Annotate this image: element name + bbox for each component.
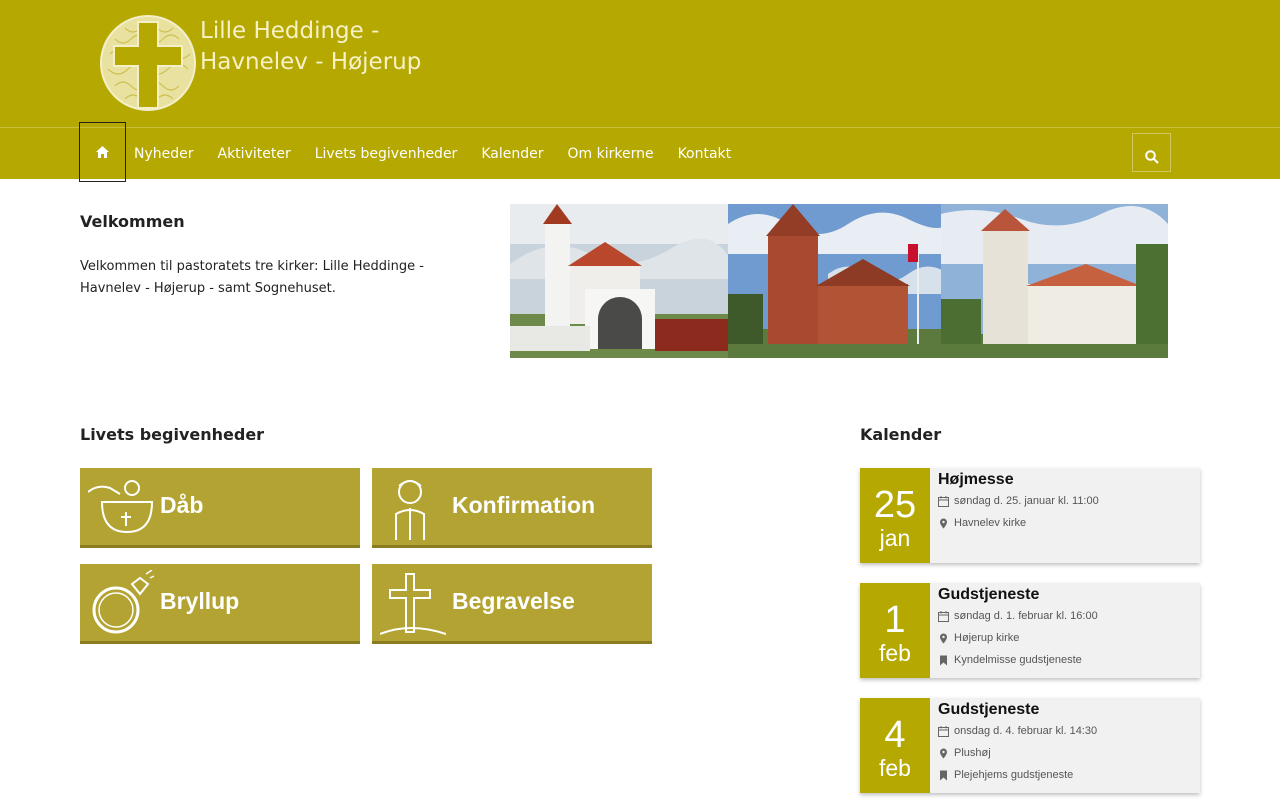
event-tag-text: Kyndelmisse gudstjeneste [954, 654, 1082, 666]
logo-line-2: Havnelev - Højerup [200, 49, 422, 75]
nav-item-aktiviteter[interactable]: Aktiviteter [206, 146, 303, 162]
event-where: Havnelev kirke [938, 517, 1026, 529]
search-button[interactable] [1132, 133, 1171, 172]
calendar-icon [938, 610, 949, 622]
bookmark-icon [940, 655, 947, 665]
nav-item-om-kirkerne[interactable]: Om kirkerne [555, 146, 665, 162]
event-where-text: Plushøj [954, 747, 991, 759]
event-where-text: Højerup kirke [954, 632, 1020, 644]
life-events-title: Livets begivenheder [80, 425, 265, 444]
event-when-text: søndag d. 25. januar kl. 11:00 [954, 495, 1099, 507]
baptism-font-icon [88, 480, 154, 534]
event-day: 4 [884, 714, 906, 756]
event-when-text: onsdag d. 4. februar kl. 14:30 [954, 725, 1098, 737]
tile-begravelse[interactable]: Begravelse [372, 564, 652, 644]
welcome-text: Velkommen til pastoratets tre kirker: Li… [80, 259, 424, 296]
calendar-event[interactable]: 4 feb Gudstjeneste onsdag d. 4. februar … [860, 698, 1200, 793]
event-where-text: Havnelev kirke [954, 517, 1027, 529]
site-header: Lille Heddinge - Havnelev - Højerup [0, 0, 1280, 127]
tile-label-konfirmation: Konfirmation [452, 492, 596, 518]
tile-label-daab: Dåb [160, 492, 204, 518]
event-month: feb [879, 755, 911, 781]
event-month: jan [879, 525, 911, 551]
tile-bryllup[interactable]: Bryllup [80, 564, 360, 644]
event-day: 1 [884, 599, 906, 641]
map-pin-icon [940, 748, 947, 758]
map-pin-icon [940, 633, 947, 643]
nav-item-nyheder[interactable]: Nyheder [122, 146, 206, 162]
event-tag-text: Plejehjems gudstjeneste [954, 769, 1074, 781]
event-when: søndag d. 25. januar kl. 11:00 [938, 495, 1099, 507]
logo-line-1: Lille Heddinge - [200, 18, 380, 44]
event-month: feb [879, 640, 911, 666]
nav-item-kontakt[interactable]: Kontakt [666, 146, 744, 162]
church-photo-hojerup [941, 204, 1168, 358]
nav-item-livets-begivenheder[interactable]: Livets begivenheder [303, 146, 470, 162]
home-icon [96, 146, 109, 158]
event-day: 25 [873, 484, 917, 526]
event-when: søndag d. 1. februar kl. 16:00 [938, 610, 1098, 622]
event-when: onsdag d. 4. februar kl. 14:30 [938, 725, 1097, 737]
event-title[interactable]: Gudstjeneste [938, 701, 1039, 719]
calendar-icon [938, 725, 949, 737]
event-date-badge: 1 feb [860, 583, 930, 678]
event-tag: Kyndelmisse gudstjeneste [938, 654, 1082, 666]
event-where: Højerup kirke [938, 632, 1019, 644]
nav-item-kalender[interactable]: Kalender [469, 146, 555, 162]
calendar-event[interactable]: 25 jan Højmesse søndag d. 25. januar kl.… [860, 468, 1200, 563]
calendar-title: Kalender [860, 425, 942, 444]
church-photo-lille-heddinge [510, 204, 728, 358]
calendar-icon [938, 495, 949, 507]
bookmark-icon [940, 770, 947, 780]
event-date-badge: 25 jan [860, 468, 930, 563]
search-icon [1144, 149, 1159, 164]
tile-label-begravelse: Begravelse [452, 588, 575, 614]
grave-cross-icon [380, 573, 446, 635]
wedding-ring-icon [92, 570, 154, 634]
main-navigation: Nyheder Aktiviteter Livets begivenheder … [0, 122, 1280, 182]
nav-items: Nyheder Aktiviteter Livets begivenheder … [122, 128, 743, 179]
confirmand-icon [395, 480, 425, 540]
tile-konfirmation[interactable]: Konfirmation [372, 468, 652, 548]
tile-label-bryllup: Bryllup [160, 588, 240, 614]
event-when-text: søndag d. 1. februar kl. 16:00 [954, 610, 1098, 622]
event-title[interactable]: Gudstjeneste [938, 586, 1039, 604]
event-where: Plushøj [938, 747, 991, 759]
event-tag: Plejehjems gudstjeneste [938, 769, 1073, 781]
church-photo-banner [510, 204, 1168, 358]
tile-daab[interactable]: Dåb [80, 468, 360, 548]
map-pin-icon [940, 518, 947, 528]
logo-text[interactable]: Lille Heddinge - Havnelev - Højerup [200, 16, 421, 78]
event-title[interactable]: Højmesse [938, 471, 1014, 489]
calendar-event[interactable]: 1 feb Gudstjeneste søndag d. 1. februar … [860, 583, 1200, 678]
church-photo-havnelev [728, 204, 941, 358]
welcome-title: Velkommen [80, 212, 185, 231]
event-date-badge: 4 feb [860, 698, 930, 793]
nav-home-button[interactable] [79, 122, 126, 182]
